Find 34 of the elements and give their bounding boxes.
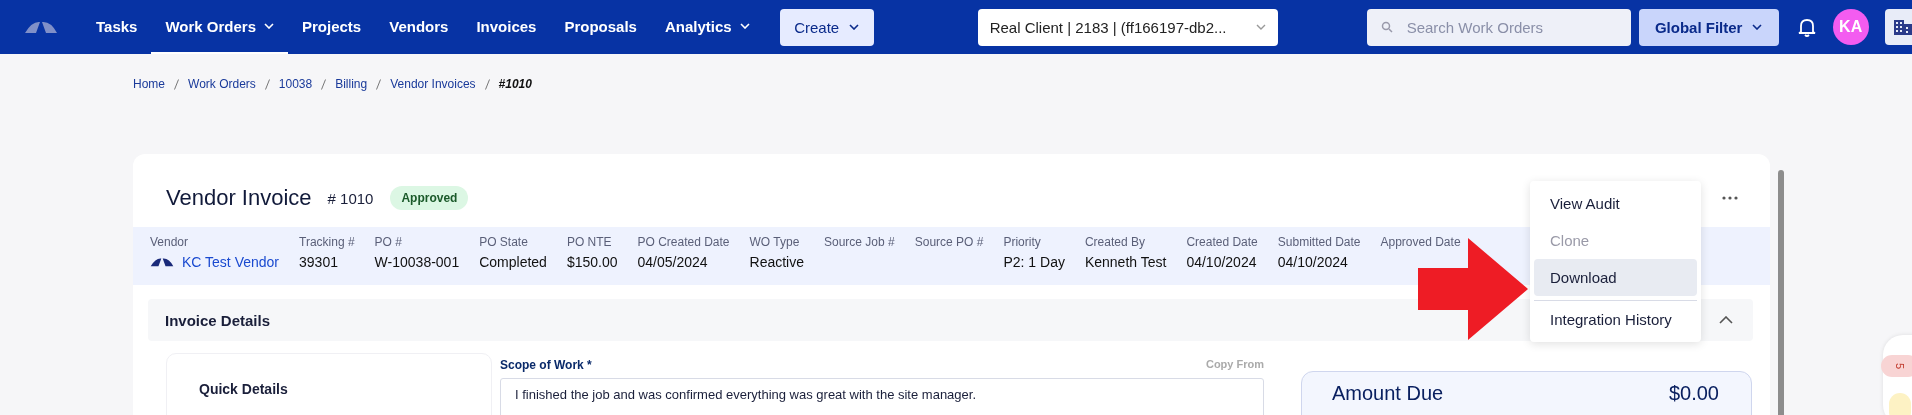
field-value: Reactive	[749, 254, 804, 270]
field-label: Source PO #	[914, 235, 984, 249]
field-value: $150.00	[566, 254, 618, 270]
field-label: Source Job #	[824, 235, 895, 249]
field-value: 04/10/2024	[1186, 254, 1258, 270]
field-label: PO State	[479, 235, 529, 249]
field-label: Approved Date	[1380, 235, 1461, 249]
field-value: P2: 1 Day	[1003, 254, 1065, 270]
invoice-number: # 1010	[327, 189, 374, 207]
field-label: Created Date	[1186, 235, 1258, 249]
field-value: 04/05/2024	[637, 254, 709, 270]
field-value: 39301	[299, 254, 339, 270]
section-title: Invoice Details	[165, 311, 271, 329]
field-label: Created By	[1084, 235, 1146, 249]
field-value: W-10038-001	[374, 254, 460, 270]
status-badge: Approved	[390, 186, 469, 210]
field-label: PO NTE	[566, 235, 613, 249]
field-label: Submitted Date	[1277, 235, 1361, 249]
count-badge: 5	[1881, 355, 1912, 377]
field-value: 04/10/2024	[1277, 254, 1349, 270]
panel-title: Quick Details	[199, 381, 288, 397]
field-value: Kenneth Test	[1084, 254, 1167, 270]
field-label: Priority	[1003, 235, 1042, 249]
field-label: Vendor	[150, 235, 190, 249]
field-label: PO #	[374, 235, 403, 249]
field-label: Tracking #	[299, 235, 355, 249]
amount-value: $0.00	[1668, 382, 1719, 405]
field-label: WO Type	[749, 235, 801, 249]
field-label: Scope of Work *	[500, 358, 592, 372]
field-value: Completed	[479, 254, 547, 270]
field-label: PO Created Date	[637, 235, 730, 249]
current-page-label: #1010	[498, 77, 532, 91]
page-title: Vendor Invoice	[166, 185, 312, 211]
amount-label: Amount Due	[1332, 382, 1444, 405]
